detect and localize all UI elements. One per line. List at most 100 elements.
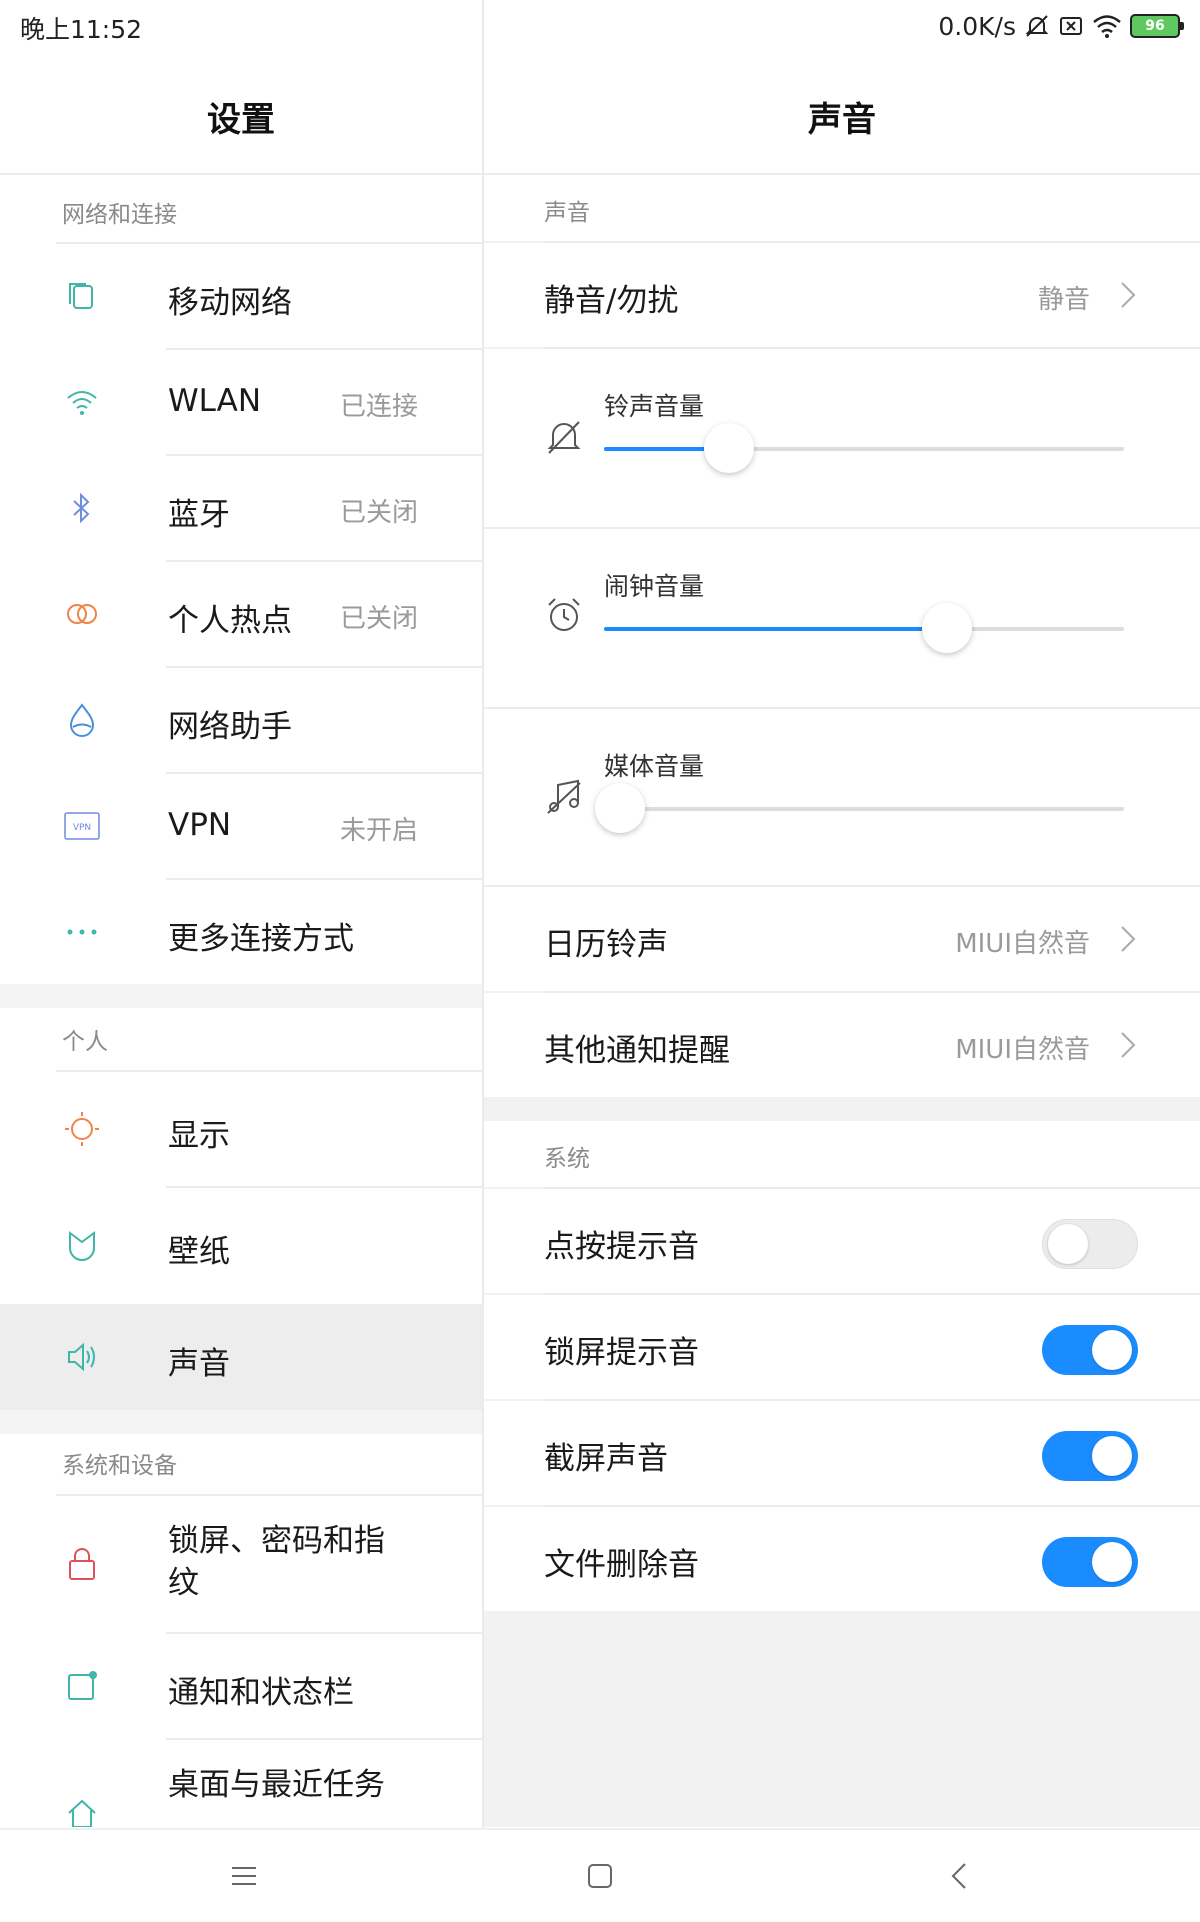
silent-icon [1025, 15, 1049, 37]
status-text: 未开启 [340, 816, 419, 846]
alarm-volume-row: 闹钟音量 [484, 529, 1200, 707]
slider-thumb[interactable] [922, 603, 973, 653]
sidebar-item-label: 个人热点 [168, 603, 292, 639]
sidebar-item-label: 壁纸 [168, 1234, 230, 1270]
more-icon [62, 912, 102, 952]
tap-sound-row[interactable]: 点按提示音 [484, 1189, 1200, 1293]
brightness-icon [62, 1109, 102, 1149]
sidebar-item-notifications[interactable]: 通知和状态栏 [0, 1634, 482, 1738]
sidebar-item-label: 锁屏、密码和指纹 [168, 1523, 385, 1601]
settings-list-pane: 设置 网络和连接 移动网络 WLAN 已连接 蓝牙 已关闭 个人热点 已关闭 网… [0, 52, 482, 1827]
bell-muted-icon [547, 421, 581, 454]
slider-label: 铃声音量 [604, 392, 705, 421]
status-time: 晚上11:52 [20, 15, 143, 44]
wifi-icon [1093, 15, 1121, 38]
row-label: 锁屏提示音 [544, 1335, 699, 1371]
sidebar-item-label: 更多连接方式 [168, 921, 354, 957]
svg-text:VPN: VPN [73, 823, 91, 833]
sidebar-item-more-connections[interactable]: 更多连接方式 [0, 880, 482, 984]
tap-sound-toggle[interactable] [1042, 1219, 1138, 1269]
sidebar-item-label: VPN [168, 807, 232, 843]
slider-thumb[interactable] [594, 783, 645, 833]
music-muted-icon [547, 779, 581, 814]
alarm-clock-icon [548, 598, 580, 631]
status-text: 已关闭 [340, 604, 419, 634]
hotspot-icon [62, 594, 102, 634]
row-label: 文件删除音 [544, 1547, 699, 1583]
section-header-sound: 声音 [484, 175, 1200, 241]
row-label: 静音/勿扰 [544, 283, 679, 319]
sim-off-icon [1060, 17, 1082, 35]
vpn-icon: VPN [62, 806, 102, 846]
section-label: 声音 [544, 200, 590, 226]
home-icon [62, 1794, 102, 1827]
toggle-knob [1048, 1224, 1088, 1264]
ringtone-volume-slider[interactable] [604, 423, 1124, 473]
sidebar-item-bluetooth[interactable]: 蓝牙 已关闭 [0, 456, 482, 560]
ringtone-volume-row: 铃声音量 [484, 349, 1200, 527]
row-label: 其他通知提醒 [544, 1033, 730, 1069]
section-gap [0, 1410, 482, 1434]
row-label: 日历铃声 [544, 927, 668, 963]
sidebar-item-display[interactable]: 显示 [0, 1072, 482, 1186]
sidebar-item-hotspot[interactable]: 个人热点 已关闭 [0, 562, 482, 666]
sidebar-item-vpn[interactable]: VPN VPN 未开启 [0, 774, 482, 878]
page-title: 设置 [207, 100, 275, 140]
chevron-right-icon [1121, 1032, 1136, 1058]
lock-icon [62, 1544, 102, 1584]
sidebar-item-label: 移动网络 [168, 285, 292, 321]
slider-thumb[interactable] [703, 423, 754, 473]
sidebar-item-label: WLAN [168, 383, 262, 419]
sidebar-item-label: 声音 [168, 1346, 230, 1382]
row-value: MIUI自然音 [955, 929, 1090, 959]
battery-icon: 96 [1130, 14, 1184, 38]
sidebar-item-wallpaper[interactable]: 壁纸 [0, 1188, 482, 1302]
row-label: 点按提示音 [544, 1229, 699, 1265]
section-header-personal: 个人 [62, 1029, 108, 1055]
row-value: MIUI自然音 [955, 1035, 1090, 1065]
toggle-knob [1092, 1330, 1132, 1370]
alarm-volume-slider[interactable] [604, 603, 1124, 653]
mobile-network-icon [62, 276, 102, 316]
chevron-right-icon [1121, 282, 1136, 308]
toggle-knob [1092, 1436, 1132, 1476]
status-bar: 晚上11:52 0.0K/s 96 [0, 0, 1200, 52]
wallpaper-icon [62, 1225, 102, 1265]
status-text: 已连接 [340, 392, 419, 422]
sidebar-item-home[interactable]: 桌面与最近任务 [0, 1740, 482, 1827]
chevron-right-icon [1121, 926, 1136, 952]
header: 声音 [484, 52, 1200, 174]
calendar-ringtone-row[interactable]: 日历铃声 MIUI自然音 [484, 887, 1200, 991]
home-square-icon[interactable] [578, 1854, 622, 1898]
sidebar-item-sound[interactable]: 声音 [0, 1304, 482, 1410]
page-title: 声音 [808, 100, 876, 140]
sidebar-item-wlan[interactable]: WLAN 已连接 [0, 350, 482, 454]
delete-sound-row[interactable]: 文件删除音 [484, 1507, 1200, 1611]
media-volume-slider[interactable] [594, 783, 1124, 833]
status-text: 已关闭 [340, 498, 419, 528]
silent-dnd-row[interactable]: 静音/勿扰 静音 [484, 243, 1200, 347]
slider-fill [604, 627, 948, 631]
delete-sound-toggle[interactable] [1042, 1537, 1138, 1587]
sidebar-item-label: 通知和状态栏 [168, 1675, 354, 1711]
net-speed: 0.0K/s [938, 11, 1016, 41]
media-volume-row: 媒体音量 [484, 709, 1200, 885]
screenshot-sound-toggle[interactable] [1042, 1431, 1138, 1481]
lock-sound-toggle[interactable] [1042, 1325, 1138, 1375]
row-value: 静音 [1037, 285, 1090, 315]
other-notification-row[interactable]: 其他通知提醒 MIUI自然音 [484, 993, 1200, 1097]
row-label: 截屏声音 [544, 1441, 668, 1477]
sidebar-item-network-assistant[interactable]: 网络助手 [0, 668, 482, 772]
lock-sound-row[interactable]: 锁屏提示音 [484, 1295, 1200, 1399]
section-header-network: 网络和连接 [62, 202, 177, 228]
screenshot-sound-row[interactable]: 截屏声音 [484, 1401, 1200, 1505]
back-icon[interactable] [938, 1854, 982, 1898]
sidebar-item-mobile-network[interactable]: 移动网络 [0, 244, 482, 348]
sidebar-item-label: 桌面与最近任务 [168, 1767, 385, 1803]
network-assistant-icon [62, 700, 102, 740]
sidebar-item-lockscreen[interactable]: 锁屏、密码和指纹 [0, 1496, 482, 1632]
section-gap [0, 984, 482, 1008]
section-header-system: 系统 [484, 1121, 1200, 1187]
menu-icon[interactable] [222, 1854, 266, 1898]
sidebar-item-label: 网络助手 [168, 709, 292, 745]
